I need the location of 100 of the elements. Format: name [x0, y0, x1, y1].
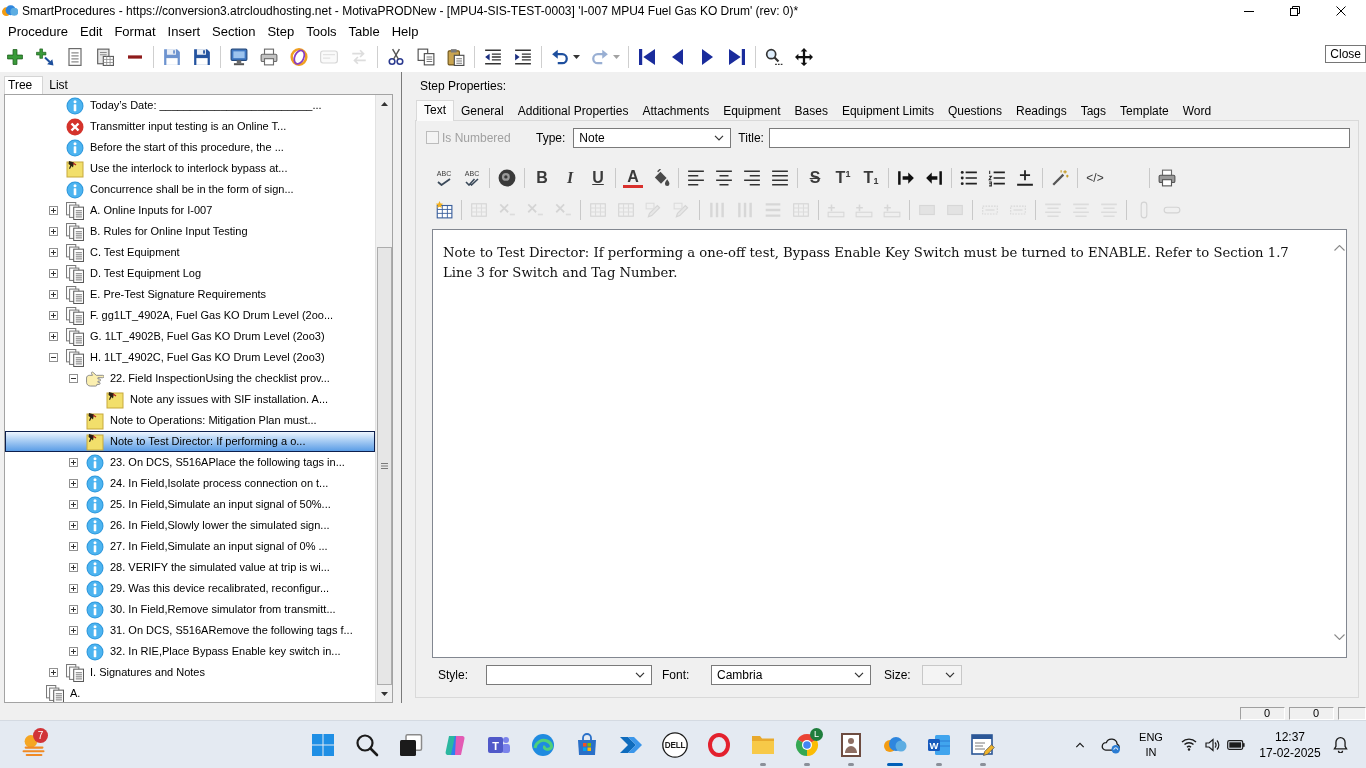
expand-icon[interactable]	[69, 500, 78, 509]
properties-tab[interactable]: Equipment	[716, 102, 788, 120]
menu-item[interactable]: Tools	[300, 24, 343, 40]
triangle-left-icon[interactable]	[671, 49, 683, 65]
tree-row[interactable]: E. Pre-Test Signature Requirements	[5, 284, 375, 305]
expand-icon[interactable]	[69, 605, 78, 614]
shopping-bag-icon[interactable]	[575, 732, 599, 757]
wave-circle-icon[interactable]	[531, 732, 555, 757]
input-region[interactable]: IN	[1137, 744, 1165, 760]
font-dropdown[interactable]: Cambria	[711, 665, 871, 685]
properties-tab[interactable]: Template	[1113, 102, 1176, 120]
expand-icon[interactable]	[69, 479, 78, 488]
properties-tab[interactable]: Tags	[1073, 102, 1114, 120]
clock-date[interactable]: 17-02-2025	[1257, 744, 1323, 761]
tree-row[interactable]: Before the start of this procedure, the ...	[5, 137, 375, 158]
round-logo-icon[interactable]: DELL	[662, 731, 688, 758]
search-icon[interactable]	[765, 48, 783, 66]
expand-icon[interactable]	[69, 626, 78, 635]
tree-row[interactable]: D. Test Equipment Log	[5, 263, 375, 284]
properties-tab[interactable]: Attachments	[635, 102, 717, 120]
menu-item[interactable]: Section	[206, 24, 262, 40]
tree-row[interactable]: 27. In Field,Simulate an input signal of 0% ...	[5, 536, 375, 557]
tree-row[interactable]: 22. Field InspectionUsing the checklist prov...	[5, 368, 375, 389]
expand-icon[interactable]	[49, 311, 58, 320]
tree-row[interactable]: B. Rules for Online Input Testing	[5, 221, 375, 242]
menu-item[interactable]: Help	[385, 24, 425, 40]
tree-row[interactable]: Note any issues with SIF installation. A...	[5, 389, 375, 410]
expand-icon[interactable]	[49, 332, 58, 341]
page-table-icon[interactable]	[96, 48, 114, 66]
tree-row[interactable]: H. 1LT_4902C, Fuel Gas KO Drum Level (2oo3)	[5, 347, 375, 368]
tree-row[interactable]: Note to Test Director: If performing a o...	[5, 431, 375, 452]
scroll-thumb[interactable]	[376, 247, 392, 685]
tree-row[interactable]: 30. In Field,Remove simulator from transmitt...	[5, 599, 375, 620]
tree-row[interactable]: F. gg1LT_4902A, Fuel Gas KO Drum Level (2oo...	[5, 305, 375, 326]
expand-icon[interactable]	[49, 290, 58, 299]
expand-icon[interactable]	[49, 227, 58, 236]
font-color-button[interactable]: A	[623, 168, 643, 188]
italic-button[interactable]: I	[560, 168, 580, 188]
align-right-icon[interactable]	[743, 169, 761, 187]
properties-tab[interactable]: General	[454, 102, 511, 120]
tree-row[interactable]: I. Signatures and Notes	[5, 662, 375, 683]
bar-arrow-right-icon[interactable]	[897, 169, 915, 187]
four-arrows-icon[interactable]	[795, 48, 813, 66]
expand-icon[interactable]	[69, 542, 78, 551]
tree-row[interactable]: Note to Operations: Mitigation Plan must...	[5, 410, 375, 431]
tree-row[interactable]: 31. On DCS, S516ARemove the following tags f...	[5, 620, 375, 641]
expand-icon[interactable]	[69, 563, 78, 572]
task-view-icon[interactable]	[399, 732, 423, 757]
skip-forward-icon[interactable]	[729, 49, 745, 65]
clipboard-icon[interactable]	[447, 48, 465, 66]
paint-bucket-icon[interactable]	[652, 169, 670, 187]
close-icon[interactable]	[1336, 6, 1346, 16]
save-icon[interactable]	[163, 48, 181, 66]
menu-item[interactable]: Edit	[74, 24, 109, 40]
align-center-icon[interactable]	[715, 169, 733, 187]
align-left-icon[interactable]	[687, 169, 705, 187]
strikethrough-button[interactable]: S	[805, 168, 825, 188]
subscript-button[interactable]: T$_{1}$	[861, 168, 881, 188]
collapse-icon[interactable]	[49, 353, 58, 362]
bold-button[interactable]: B	[532, 168, 552, 188]
skip-back-icon[interactable]	[639, 49, 655, 65]
ring-logo-icon[interactable]	[707, 732, 731, 757]
tree-row[interactable]: 24. In Field,Isolate process connection on t...	[5, 473, 375, 494]
tree-row[interactable]: C. Test Equipment	[5, 242, 375, 263]
scrollbar[interactable]	[375, 95, 392, 702]
properties-tab[interactable]: Bases	[787, 102, 835, 120]
properties-tab[interactable]: Readings	[1008, 102, 1074, 120]
minus-icon[interactable]	[128, 55, 142, 59]
speaker-icon[interactable]	[1205, 737, 1220, 752]
ring-icon[interactable]	[290, 48, 308, 66]
chevron-up-icon[interactable]	[1075, 741, 1085, 748]
plus-line-icon[interactable]	[1016, 169, 1034, 187]
bulleted-list-icon[interactable]	[960, 169, 978, 187]
magic-wand-icon[interactable]	[1051, 169, 1069, 187]
start-icon[interactable]	[311, 732, 335, 757]
tree-row[interactable]: Use the interlock to interlock bypass at...	[5, 158, 375, 179]
expand-icon[interactable]	[69, 584, 78, 593]
numbered-list-icon[interactable]	[988, 169, 1006, 187]
title-field[interactable]	[768, 128, 1350, 148]
menu-item[interactable]: Format	[108, 24, 162, 40]
expand-icon[interactable]	[69, 458, 78, 467]
outdent-icon[interactable]	[484, 48, 502, 66]
tree-row[interactable]: Concurrence shall be in the form of sign...	[5, 179, 375, 200]
panel-tab[interactable]: List	[43, 78, 76, 94]
menu-item[interactable]: Step	[261, 24, 301, 40]
type-dropdown[interactable]: Note	[573, 128, 732, 148]
menu-item[interactable]: Table	[342, 24, 386, 40]
properties-tab[interactable]: Questions	[940, 102, 1009, 120]
page-lines-icon[interactable]	[68, 48, 82, 66]
tree-row[interactable]: Transmitter input testing is an Online T...	[5, 116, 375, 137]
tree-row[interactable]: 32. In RIE,Place Bypass Enable key switch in...	[5, 641, 375, 662]
tree-row[interactable]: 28. VERIFY the simulated value at trip is wi...	[5, 557, 375, 578]
disc-icon[interactable]	[498, 169, 516, 187]
triangle-right-icon[interactable]	[701, 49, 713, 65]
menu-item[interactable]: Insert	[161, 24, 207, 40]
tree-row[interactable]: Today’s Date: _________________________...	[5, 95, 375, 116]
menu-item[interactable]: Procedure	[2, 24, 74, 40]
properties-tab[interactable]: Equipment Limits	[834, 102, 941, 120]
properties-tab[interactable]: Word	[1175, 102, 1219, 120]
superscript-button[interactable]: T$^{1}$	[833, 168, 853, 188]
